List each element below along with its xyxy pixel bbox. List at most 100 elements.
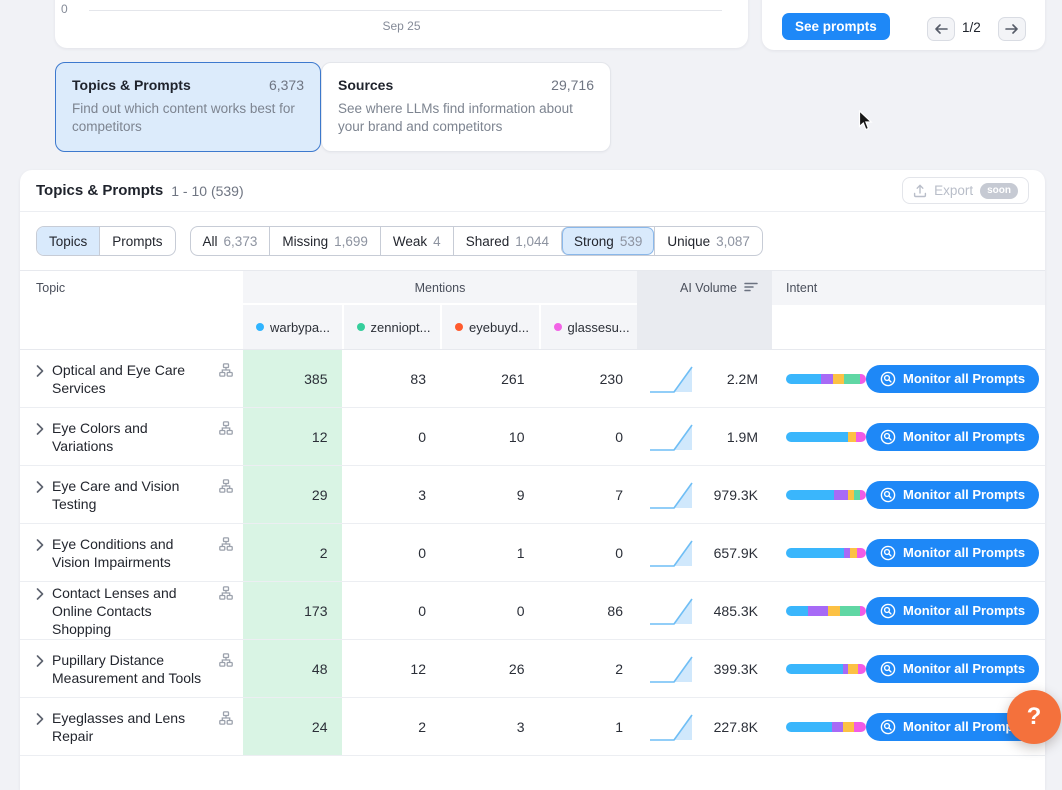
topic-cell: Eye Care and Vision Testing xyxy=(20,477,243,513)
table-row[interactable]: Pupillary Distance Measurement and Tools… xyxy=(20,640,1045,698)
header-spacer xyxy=(20,305,243,349)
help-button[interactable]: ? xyxy=(1007,690,1061,744)
topic-name[interactable]: Contact Lenses and Online Contacts Shopp… xyxy=(52,584,211,638)
table-range: 1 - 10 (539) xyxy=(171,183,243,199)
ai-volume-cell: 399.3K xyxy=(637,640,772,697)
monitor-all-prompts-button[interactable]: Monitor all Prompts xyxy=(866,423,1039,451)
table-row[interactable]: Eye Conditions and Vision Impairments201… xyxy=(20,524,1045,582)
filter-all[interactable]: All6,373 xyxy=(191,227,270,255)
monitor-all-prompts-button[interactable]: Monitor all Prompts xyxy=(866,597,1039,625)
monitor-icon xyxy=(880,545,896,561)
view-toggle-prompts[interactable]: Prompts xyxy=(99,227,174,255)
filter-missing[interactable]: Missing1,699 xyxy=(269,227,380,255)
intent-cell: Monitor all Prompts xyxy=(772,423,1059,451)
y-axis-tick: 0 xyxy=(61,2,68,16)
monitor-all-prompts-button[interactable]: Monitor all Prompts xyxy=(866,655,1039,683)
table-row[interactable]: Optical and Eye Care Services38583261230… xyxy=(20,350,1045,408)
intent-bar xyxy=(786,432,866,442)
see-prompts-button[interactable]: See prompts xyxy=(782,13,890,40)
competitor-column-header[interactable]: warbypa... xyxy=(243,305,342,349)
ai-volume-value: 979.3K xyxy=(714,487,758,503)
sparkline-chart xyxy=(647,710,699,744)
filter-weak[interactable]: Weak4 xyxy=(380,227,453,255)
chevron-right-icon[interactable] xyxy=(36,588,44,600)
mentions-value: 83 xyxy=(342,371,441,387)
chevron-right-icon[interactable] xyxy=(36,423,44,435)
topic-name[interactable]: Optical and Eye Care Services xyxy=(52,361,211,397)
topic-name[interactable]: Eyeglasses and Lens Repair xyxy=(52,709,211,745)
mentions-value: 261 xyxy=(440,371,539,387)
mentions-value: 48 xyxy=(243,640,342,697)
monitor-all-prompts-label: Monitor all Prompts xyxy=(903,661,1025,676)
nav-card-title: Sources xyxy=(338,77,393,93)
topics-prompts-panel: Topics & Prompts 1 - 10 (539) Export soo… xyxy=(20,170,1045,790)
mentions-value: 2 xyxy=(539,661,638,677)
topic-name[interactable]: Eye Colors and Variations xyxy=(52,419,211,455)
competitor-column-header[interactable]: zenniopt... xyxy=(342,305,441,349)
nav-card-sources[interactable]: Sources 29,716 See where LLMs find infor… xyxy=(321,62,611,152)
intent-bar xyxy=(786,606,866,616)
table-title: Topics & Prompts xyxy=(36,182,163,199)
topic-cell: Eyeglasses and Lens Repair xyxy=(20,709,243,745)
filter-count: 3,087 xyxy=(716,234,750,249)
mentions-value: 0 xyxy=(539,429,638,445)
filter-strong[interactable]: Strong539 xyxy=(561,227,654,255)
intent-cell: Monitor all Prompts xyxy=(772,365,1059,393)
intent-cell: Monitor all Prompts xyxy=(772,655,1059,683)
mentions-value: 173 xyxy=(243,582,342,639)
competitor-name: zenniopt... xyxy=(371,320,431,335)
competitor-headers: warbypa... zenniopt... eyebuyd... glassesu.… xyxy=(243,305,637,349)
table-row[interactable]: Contact Lenses and Online Contacts Shopp… xyxy=(20,582,1045,640)
competitor-column-header[interactable]: glassesu... xyxy=(539,305,638,349)
chevron-right-icon[interactable] xyxy=(36,655,44,667)
filter-unique[interactable]: Unique3,087 xyxy=(654,227,762,255)
topic-name[interactable]: Eye Conditions and Vision Impairments xyxy=(52,535,211,571)
arrow-left-icon xyxy=(934,23,948,35)
table-row[interactable]: Eye Colors and Variations1201001.9MMonit… xyxy=(20,408,1045,466)
column-header-topic: Topic xyxy=(20,271,243,305)
mentions-value: 26 xyxy=(440,661,539,677)
competitor-color-dot xyxy=(256,323,264,331)
mouse-cursor xyxy=(858,110,874,132)
sparkline-chart xyxy=(647,478,699,512)
previous-page-button[interactable] xyxy=(927,17,955,41)
topic-name[interactable]: Pupillary Distance Measurement and Tools xyxy=(52,651,211,687)
mentions-value: 12 xyxy=(342,661,441,677)
competitor-name: eyebuyd... xyxy=(469,320,529,335)
topic-cell: Optical and Eye Care Services xyxy=(20,361,243,397)
view-toggle-topics[interactable]: Topics xyxy=(37,227,99,255)
chevron-right-icon[interactable] xyxy=(36,539,44,551)
nav-card-count: 6,373 xyxy=(269,77,304,93)
mentions-value: 0 xyxy=(342,603,441,619)
ai-volume-cell: 657.9K xyxy=(637,524,772,581)
chevron-right-icon[interactable] xyxy=(36,365,44,377)
next-page-button[interactable] xyxy=(998,17,1026,41)
view-toggle-group: TopicsPrompts xyxy=(36,226,176,256)
monitor-all-prompts-label: Monitor all Prompts xyxy=(903,429,1025,444)
nav-card-topics-prompts[interactable]: Topics & Prompts 6,373 Find out which co… xyxy=(55,62,321,152)
competitor-column-header[interactable]: eyebuyd... xyxy=(440,305,539,349)
table-row[interactable]: Eyeglasses and Lens Repair24231227.8KMon… xyxy=(20,698,1045,756)
sitemap-icon xyxy=(219,653,233,667)
chevron-right-icon[interactable] xyxy=(36,713,44,725)
monitor-all-prompts-button[interactable]: Monitor all Prompts xyxy=(866,481,1039,509)
sort-descending-icon xyxy=(744,281,758,293)
sparkline-chart xyxy=(647,594,699,628)
monitor-icon xyxy=(880,603,896,619)
table-row[interactable]: Eye Care and Vision Testing29397979.3KMo… xyxy=(20,466,1045,524)
filter-shared[interactable]: Shared1,044 xyxy=(453,227,561,255)
chevron-right-icon[interactable] xyxy=(36,481,44,493)
filter-label: Missing xyxy=(282,234,328,249)
topic-name[interactable]: Eye Care and Vision Testing xyxy=(52,477,211,513)
monitor-icon xyxy=(880,371,896,387)
column-header-ai-volume[interactable]: AI Volume xyxy=(637,271,772,305)
export-button[interactable]: Export soon xyxy=(902,177,1029,204)
monitor-all-prompts-button[interactable]: Monitor all Prompts xyxy=(866,365,1039,393)
topic-cell: Eye Colors and Variations xyxy=(20,419,243,455)
filter-label: Shared xyxy=(466,234,510,249)
monitor-all-prompts-button[interactable]: Monitor all Prompts xyxy=(866,539,1039,567)
export-label: Export xyxy=(934,183,973,198)
column-header-mentions: Mentions xyxy=(243,271,637,305)
sparkline-chart xyxy=(647,652,699,686)
table-column-headers: Topic Mentions AI Volume Intent warbypa.… xyxy=(20,270,1045,350)
